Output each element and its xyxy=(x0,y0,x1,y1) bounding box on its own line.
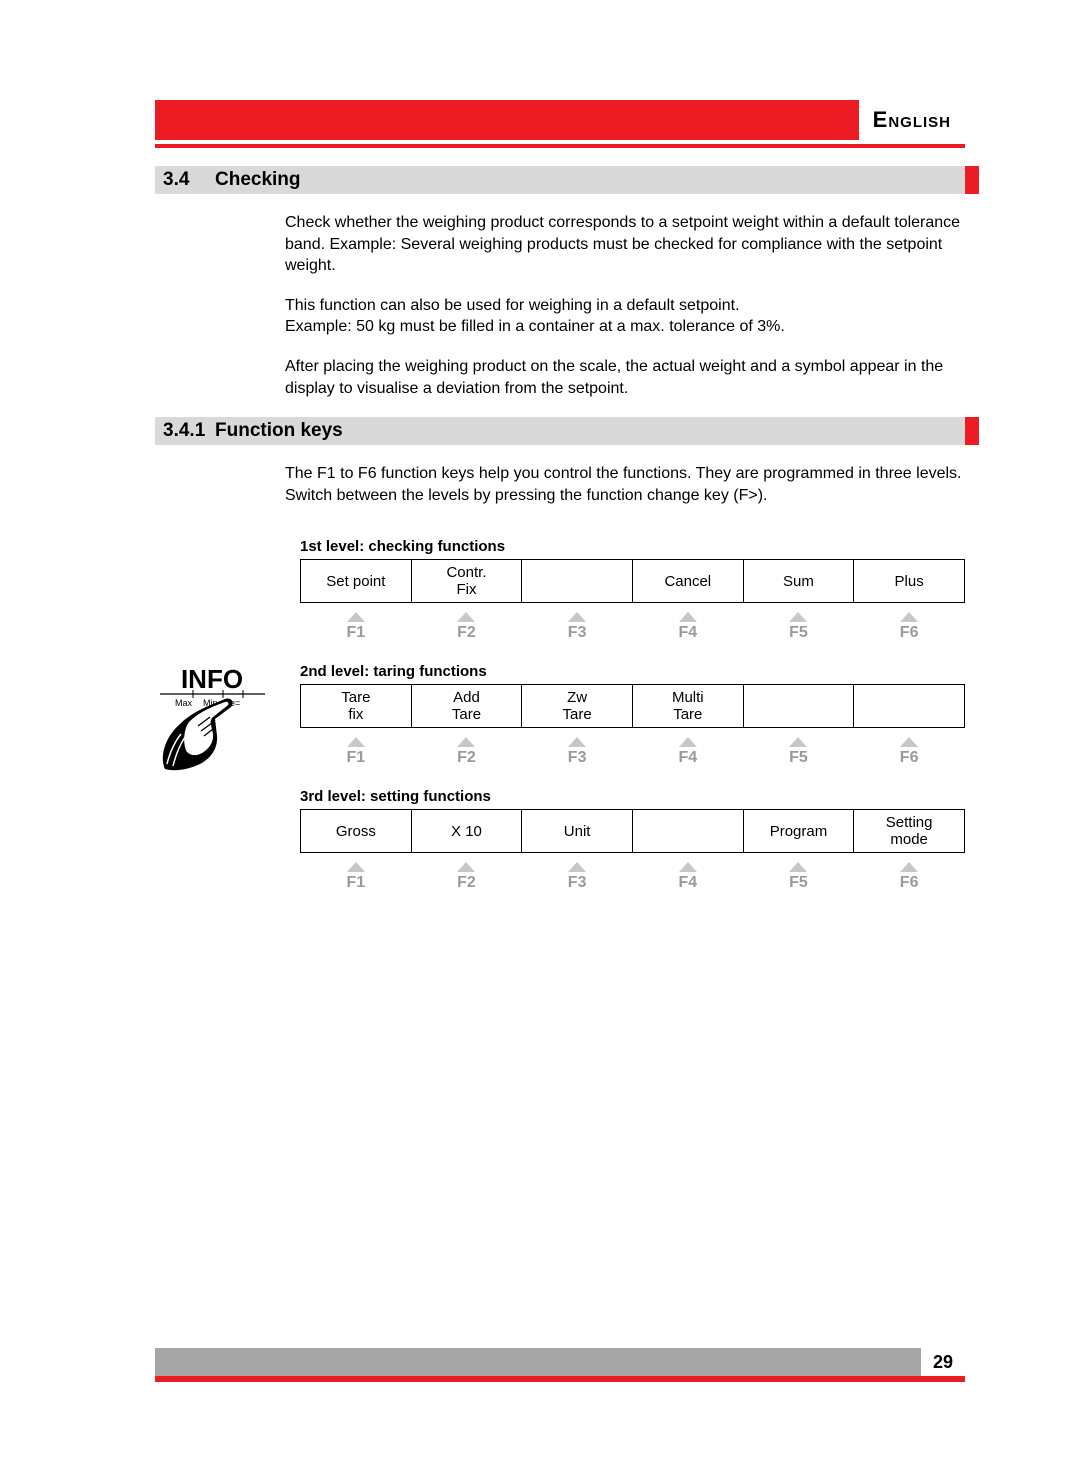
l2-c1: Tarefix xyxy=(301,685,412,728)
triangle-icon xyxy=(347,612,365,622)
triangle-icon xyxy=(568,737,586,747)
level1-title: 1st level: checking functions xyxy=(300,538,965,555)
triangle-icon xyxy=(789,737,807,747)
svg-text:INFO: INFO xyxy=(181,664,243,694)
level1-table: Set point Contr.Fix Cancel Sum Plus F1 F… xyxy=(300,559,965,649)
l3-c5: Program xyxy=(743,810,854,853)
triangle-icon xyxy=(789,612,807,622)
l1-c5: Sum xyxy=(743,560,854,603)
triangle-icon xyxy=(900,862,918,872)
section-number: 3.4 xyxy=(163,169,215,191)
l3-c2: X 10 xyxy=(411,810,522,853)
language-label: English xyxy=(859,100,965,140)
l3-c1: Gross xyxy=(301,810,412,853)
paragraph-1: Check whether the weighing product corre… xyxy=(285,212,965,277)
triangle-icon xyxy=(679,737,697,747)
triangle-icon xyxy=(679,862,697,872)
paragraph-2: This function can also be used for weigh… xyxy=(285,295,965,338)
l2-c4: MultiTare xyxy=(632,685,743,728)
section-title: Checking xyxy=(215,169,301,191)
triangle-icon xyxy=(568,612,586,622)
triangle-icon xyxy=(789,862,807,872)
footer: 29 xyxy=(155,1348,965,1382)
svg-text:Max: Max xyxy=(175,698,193,708)
paragraph-3: After placing the weighing product on th… xyxy=(285,356,965,399)
triangle-icon xyxy=(679,612,697,622)
triangle-icon xyxy=(347,862,365,872)
section-heading: 3.4 Checking xyxy=(155,166,965,194)
footer-red-bar xyxy=(155,1376,965,1382)
l2-c5 xyxy=(743,685,854,728)
l3-c3: Unit xyxy=(522,810,633,853)
triangle-icon xyxy=(900,737,918,747)
level3-table: Gross X 10 Unit Program Settingmode F1 F… xyxy=(300,809,965,899)
info-pointing-hand-icon: INFO Max Min e= xyxy=(155,664,270,774)
l1-c4: Cancel xyxy=(632,560,743,603)
l1-c2: Contr.Fix xyxy=(411,560,522,603)
triangle-icon xyxy=(457,862,475,872)
level2-table: Tarefix AddTare ZwTare MultiTare F1 F2 F… xyxy=(300,684,965,774)
l2-c3: ZwTare xyxy=(522,685,633,728)
triangle-icon xyxy=(347,737,365,747)
triangle-icon xyxy=(457,612,475,622)
page-number: 29 xyxy=(921,1348,965,1376)
triangle-icon xyxy=(457,737,475,747)
l1-c1: Set point xyxy=(301,560,412,603)
header-bar: English xyxy=(155,100,965,140)
l3-c4 xyxy=(632,810,743,853)
l1-c3 xyxy=(522,560,633,603)
info-icon-column: INFO Max Min e= xyxy=(155,524,280,779)
divider-red xyxy=(155,144,965,148)
subsection-title: Function keys xyxy=(215,420,343,442)
subsection-number: 3.4.1 xyxy=(163,420,215,442)
l2-c6 xyxy=(854,685,965,728)
section-red-tab xyxy=(965,166,979,194)
l2-c2: AddTare xyxy=(411,685,522,728)
fkeys-intro: The F1 to F6 function keys help you cont… xyxy=(285,463,965,506)
triangle-icon xyxy=(568,862,586,872)
subsection-heading: 3.4.1 Function keys xyxy=(155,417,965,445)
level2-title: 2nd level: taring functions xyxy=(300,663,965,680)
triangle-icon xyxy=(900,612,918,622)
level3-title: 3rd level: setting functions xyxy=(300,788,965,805)
l1-c6: Plus xyxy=(854,560,965,603)
subsection-red-tab xyxy=(965,417,979,445)
l3-c6: Settingmode xyxy=(854,810,965,853)
